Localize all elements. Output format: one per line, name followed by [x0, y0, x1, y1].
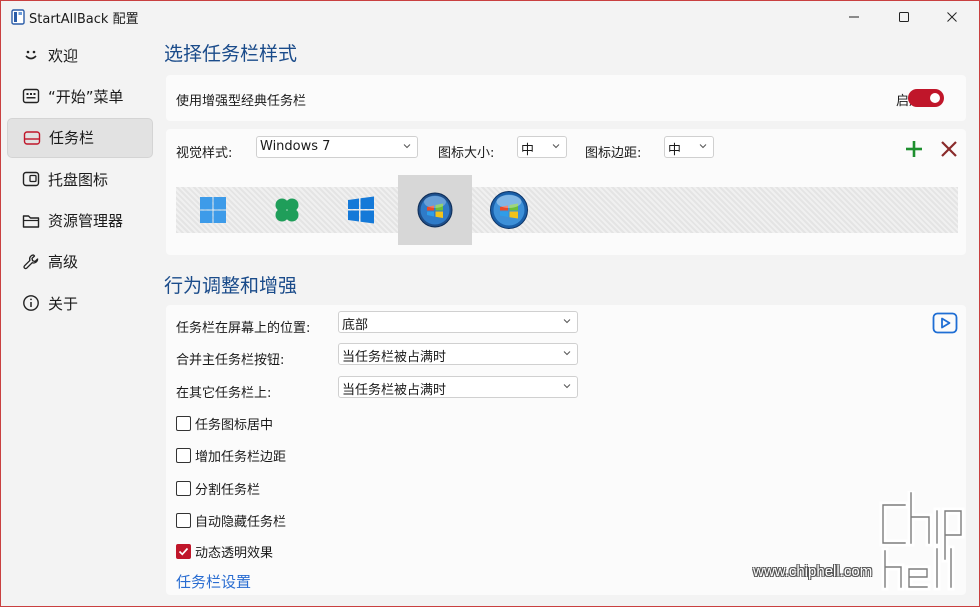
position-select[interactable]: 底部	[338, 311, 578, 333]
visual-style-value: Windows 7	[260, 139, 331, 154]
minimize-icon	[849, 16, 859, 18]
checkbox-label: 增加任务栏边距	[195, 450, 287, 465]
checkbox-center-icons[interactable]: 任务图标居中	[176, 414, 273, 433]
sidebar-item-label: “开始”菜单	[48, 87, 124, 106]
checkbox-label: 任务图标居中	[195, 418, 274, 433]
enhanced-taskbar-card: 使用增强型经典任务栏 启用	[166, 75, 966, 121]
sidebar-item-explorer[interactable]: 资源管理器	[7, 201, 153, 241]
title-bar: StartAllBack 配置	[1, 1, 979, 33]
sidebar-item-label: 欢迎	[48, 46, 79, 65]
minimize-button[interactable]	[831, 1, 877, 33]
sidebar-item-label: 关于	[48, 294, 79, 313]
window-title: StartAllBack 配置	[29, 12, 139, 27]
chevron-down-icon	[563, 384, 571, 389]
start-menu-icon	[21, 86, 41, 106]
style-option-win7[interactable]	[398, 175, 472, 245]
icon-margin-select[interactable]: 中	[664, 136, 714, 158]
sidebar-item-label: 资源管理器	[48, 212, 124, 231]
style-option-win11[interactable]	[176, 175, 250, 245]
enhanced-taskbar-label: 使用增强型经典任务栏	[176, 94, 307, 109]
maximize-icon	[899, 12, 909, 22]
checkbox-label: 自动隐藏任务栏	[195, 515, 287, 530]
checkbox-dynamic-transparency[interactable]: 动态透明效果	[176, 542, 273, 561]
checkbox-label: 动态透明效果	[195, 546, 274, 561]
win11-logo-icon	[200, 197, 226, 223]
add-icon[interactable]	[904, 139, 924, 159]
style-option-win10[interactable]	[324, 175, 398, 245]
chevron-down-icon	[403, 144, 411, 149]
clover-logo-icon	[275, 198, 299, 222]
checkbox-box[interactable]	[176, 481, 191, 496]
checkbox-split-taskbar[interactable]: 分割任务栏	[176, 479, 260, 498]
combine-label: 合并主任务栏按钮:	[176, 353, 285, 368]
style-option-vista[interactable]	[472, 175, 546, 245]
checkbox-box[interactable]	[176, 544, 191, 559]
watermark-site-text: www.chiphell.com	[753, 563, 873, 580]
checkmark-icon	[178, 547, 189, 556]
info-icon	[21, 293, 41, 313]
other-taskbar-label: 在其它任务栏上:	[176, 386, 272, 401]
other-taskbar-value: 当任务栏被占满时	[342, 383, 447, 398]
combine-select[interactable]: 当任务栏被占满时	[338, 343, 578, 365]
visual-style-select[interactable]: Windows 7	[256, 136, 418, 158]
sidebar-item-advanced[interactable]: 高级	[7, 242, 153, 282]
folder-icon	[21, 211, 41, 231]
sidebar-item-label: 高级	[48, 253, 79, 272]
chevron-down-icon	[563, 319, 571, 324]
smiley-icon	[21, 45, 41, 65]
sidebar-item-label: 托盘图标	[48, 170, 109, 189]
visual-style-label: 视觉样式:	[176, 146, 233, 161]
maximize-button[interactable]	[881, 1, 927, 33]
checkbox-auto-hide[interactable]: 自动隐藏任务栏	[176, 511, 286, 530]
close-icon	[947, 12, 957, 22]
sidebar-item-label: 任务栏	[49, 129, 95, 148]
style-option-clover[interactable]	[250, 175, 324, 245]
chiphell-watermark: www.chiphell.com	[753, 489, 973, 591]
sidebar-item-start-menu[interactable]: “开始”菜单	[7, 76, 153, 116]
checkbox-box[interactable]	[176, 448, 191, 463]
icon-margin-label: 图标边距:	[585, 146, 642, 161]
position-label: 任务栏在屏幕上的位置:	[176, 321, 311, 336]
section-title-behavior: 行为调整和增强	[164, 275, 298, 297]
sidebar-item-tray[interactable]: 托盘图标	[7, 159, 153, 199]
remove-icon[interactable]	[940, 140, 958, 158]
app-window: StartAllBack 配置 欢迎 “开始”菜单 任务栏 托盘图标 资源管理器…	[0, 0, 980, 607]
taskbar-icon	[22, 128, 42, 148]
play-video-icon[interactable]	[932, 312, 958, 334]
checkbox-box[interactable]	[176, 416, 191, 431]
sidebar-item-welcome[interactable]: 欢迎	[7, 35, 153, 75]
chevron-down-icon	[699, 144, 707, 149]
sidebar-item-taskbar[interactable]: 任务栏	[7, 117, 153, 158]
checkbox-label: 分割任务栏	[195, 483, 261, 498]
chevron-down-icon	[552, 144, 560, 149]
chevron-down-icon	[563, 351, 571, 356]
combine-value: 当任务栏被占满时	[342, 350, 447, 365]
app-icon	[11, 9, 25, 25]
enable-toggle[interactable]	[908, 89, 944, 107]
section-title-style: 选择任务栏样式	[164, 43, 298, 65]
position-value: 底部	[342, 318, 369, 333]
win7-orb-icon	[417, 192, 453, 228]
sidebar-item-about[interactable]: 关于	[7, 283, 153, 323]
checkbox-increase-margin[interactable]: 增加任务栏边距	[176, 446, 286, 465]
visual-style-card: 视觉样式: Windows 7 图标大小: 中 图标边距: 中	[166, 129, 966, 255]
tray-icon	[21, 169, 41, 189]
icon-size-label: 图标大小:	[438, 146, 495, 161]
wrench-icon	[21, 252, 41, 272]
icon-size-value: 中	[521, 143, 535, 158]
win10-logo-icon	[348, 196, 374, 224]
vista-orb-icon	[490, 191, 528, 229]
icon-size-select[interactable]: 中	[517, 136, 567, 158]
sidebar: 欢迎 “开始”菜单 任务栏 托盘图标 资源管理器 高级 关于	[7, 35, 153, 325]
other-taskbar-select[interactable]: 当任务栏被占满时	[338, 376, 578, 398]
taskbar-settings-link[interactable]: 任务栏设置	[176, 571, 251, 592]
icon-margin-value: 中	[668, 143, 682, 158]
checkbox-box[interactable]	[176, 513, 191, 528]
close-button[interactable]	[929, 1, 975, 33]
